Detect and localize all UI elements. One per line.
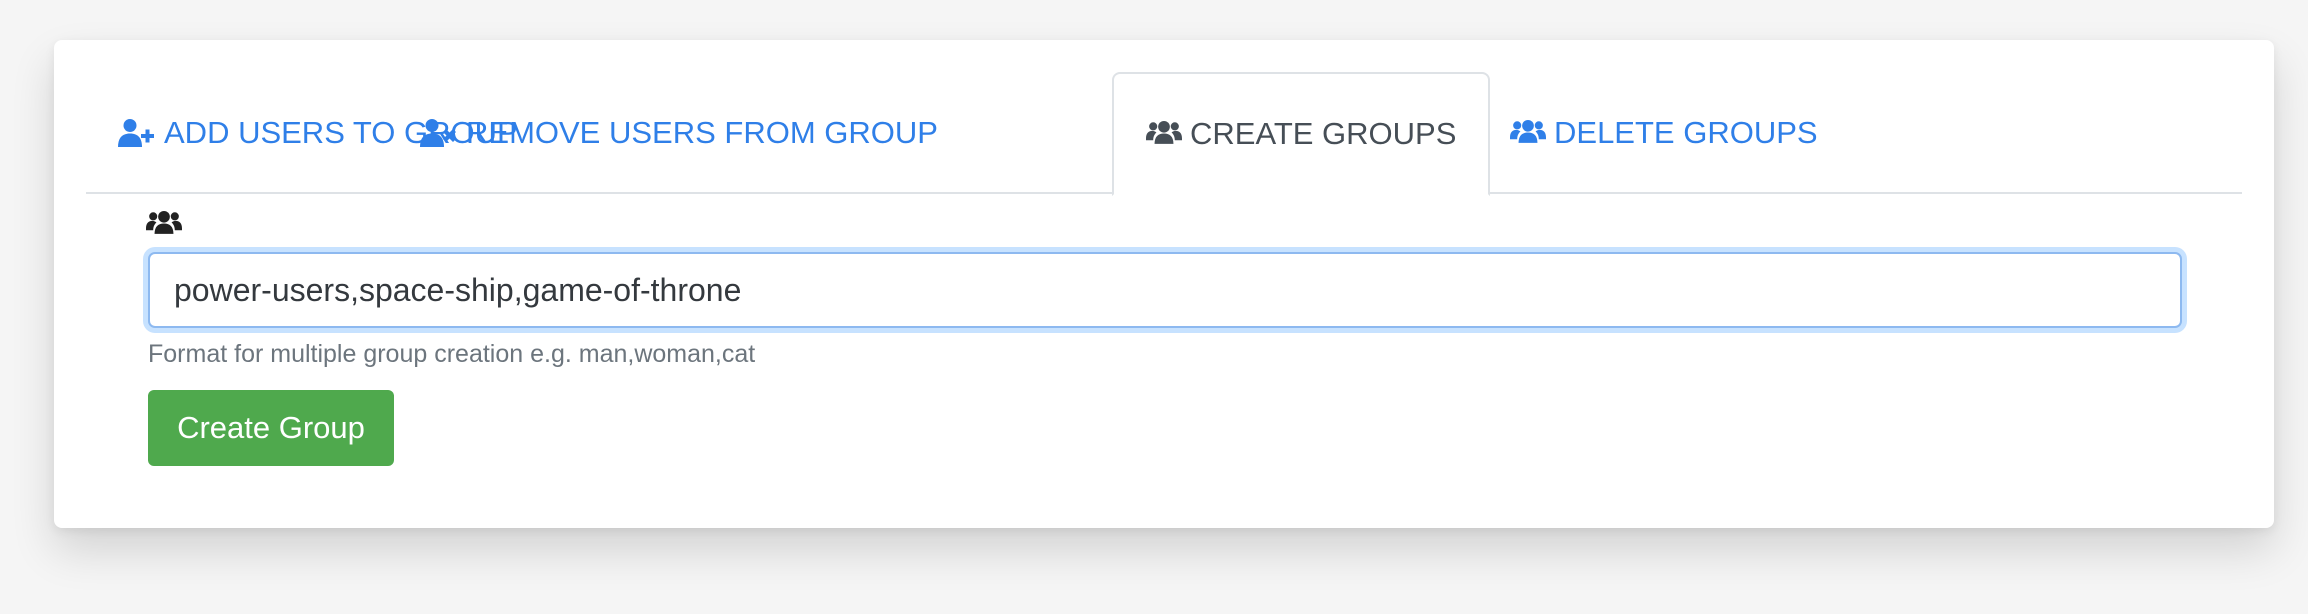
tab-label: REMOVE USERS FROM GROUP [466,115,938,150]
group-management-card: ADD USERS TO GROUP REMOVE USERS FROM GRO… [54,40,2274,528]
group-names-input[interactable] [148,252,2182,328]
tab-label: DELETE GROUPS [1554,115,1818,150]
tab-create-groups[interactable]: CREATE GROUPS [1112,72,1491,196]
user-times-icon [420,118,458,148]
tab-bar: ADD USERS TO GROUP REMOVE USERS FROM GRO… [86,72,2242,196]
users-icon [146,208,182,240]
tab-delete-groups[interactable]: DELETE GROUPS [1510,72,1818,194]
users-icon [1146,119,1182,149]
tab-label: CREATE GROUPS [1190,116,1457,151]
user-plus-icon [118,118,156,148]
format-help-text: Format for multiple group creation e.g. … [148,340,756,368]
users-icon [1510,118,1546,148]
create-group-button[interactable]: Create Group [148,390,394,466]
tab-remove-users-from-group[interactable]: REMOVE USERS FROM GROUP [420,72,938,194]
